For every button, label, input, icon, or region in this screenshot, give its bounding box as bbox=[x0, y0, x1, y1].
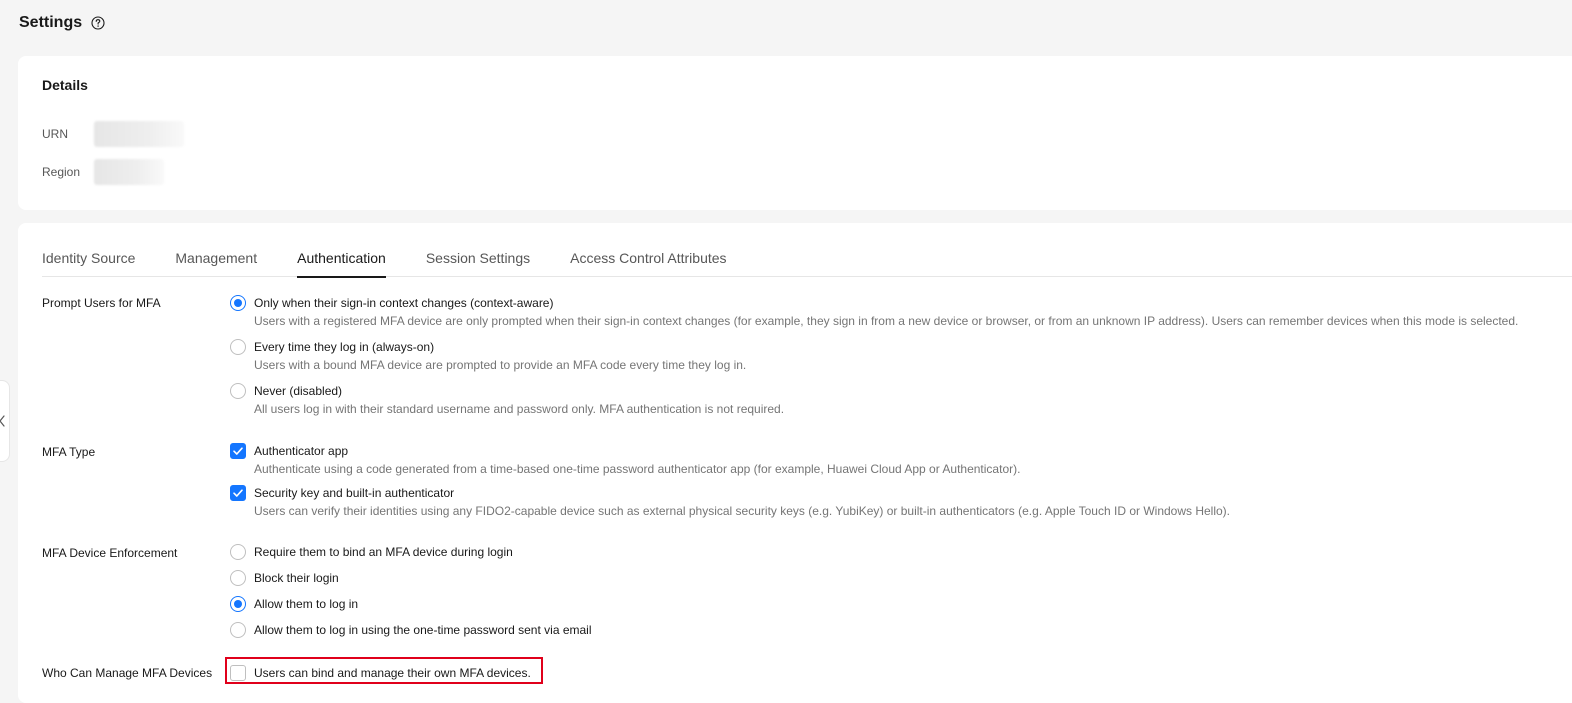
tab-access-control-attributes[interactable]: Access Control Attributes bbox=[570, 247, 726, 277]
checkbox[interactable] bbox=[230, 485, 246, 501]
option-label: Only when their sign-in context changes … bbox=[254, 296, 554, 310]
mfa-type-security-key[interactable]: Security key and built-in authenticator … bbox=[230, 485, 1230, 519]
detail-row-region: Region bbox=[42, 158, 164, 186]
checkbox[interactable] bbox=[230, 665, 246, 681]
prompt-mfa-label: Prompt Users for MFA bbox=[42, 296, 161, 310]
prompt-option-always-on[interactable]: Every time they log in (always-on) Users… bbox=[230, 339, 746, 373]
urn-value-redacted bbox=[94, 121, 184, 147]
manage-devices-label: Who Can Manage MFA Devices bbox=[42, 666, 213, 680]
option-label: Security key and built-in authenticator bbox=[254, 486, 455, 500]
authentication-card: Identity Source Management Authenticatio… bbox=[18, 223, 1572, 703]
checkbox[interactable] bbox=[230, 443, 246, 459]
details-card: Details URN Region bbox=[18, 56, 1572, 210]
radio-button[interactable] bbox=[230, 622, 246, 638]
radio-button[interactable] bbox=[230, 544, 246, 560]
enforcement-label: MFA Device Enforcement bbox=[42, 546, 178, 560]
radio-button[interactable] bbox=[230, 339, 246, 355]
option-label: Allow them to log in bbox=[254, 597, 359, 611]
checkmark-icon bbox=[233, 447, 243, 455]
tab-management[interactable]: Management bbox=[175, 247, 257, 277]
details-title: Details bbox=[42, 77, 88, 93]
region-value-redacted bbox=[94, 159, 164, 185]
tab-identity-source[interactable]: Identity Source bbox=[42, 247, 135, 277]
enforcement-option-email-otp[interactable]: Allow them to log in using the one-time … bbox=[230, 622, 592, 638]
tab-authentication[interactable]: Authentication bbox=[297, 247, 386, 278]
option-label: Allow them to log in using the one-time … bbox=[254, 623, 592, 637]
option-label: Never (disabled) bbox=[254, 384, 343, 398]
enforcement-option-require-bind[interactable]: Require them to bind an MFA device durin… bbox=[230, 544, 513, 560]
urn-label: URN bbox=[42, 127, 68, 141]
option-label: Users can bind and manage their own MFA … bbox=[254, 666, 531, 680]
option-description: All users log in with their standard use… bbox=[254, 402, 785, 416]
tab-bar: Identity Source Management Authenticatio… bbox=[42, 247, 1572, 278]
region-label: Region bbox=[42, 165, 81, 179]
question-circle-icon[interactable] bbox=[91, 16, 105, 30]
option-label: Block their login bbox=[254, 571, 339, 585]
page-header: Settings bbox=[19, 12, 105, 34]
enforcement-option-allow[interactable]: Allow them to log in bbox=[230, 596, 358, 612]
enforcement-option-block[interactable]: Block their login bbox=[230, 570, 339, 586]
option-description: Users with a registered MFA device are o… bbox=[254, 314, 1519, 328]
radio-button[interactable] bbox=[230, 596, 246, 612]
radio-button[interactable] bbox=[230, 295, 246, 311]
mfa-type-label: MFA Type bbox=[42, 445, 96, 459]
radio-button[interactable] bbox=[230, 570, 246, 586]
sidebar-collapse-handle[interactable] bbox=[0, 380, 10, 462]
option-label: Every time they log in (always-on) bbox=[254, 340, 435, 354]
option-description: Users with a bound MFA device are prompt… bbox=[254, 358, 747, 372]
radio-button[interactable] bbox=[230, 383, 246, 399]
prompt-option-never[interactable]: Never (disabled) All users log in with t… bbox=[230, 383, 784, 417]
option-label: Authenticator app bbox=[254, 444, 349, 458]
option-label: Require them to bind an MFA device durin… bbox=[254, 545, 513, 559]
option-description: Users can verify their identities using … bbox=[254, 504, 1231, 518]
mfa-type-authenticator-app[interactable]: Authenticator app Authenticate using a c… bbox=[230, 443, 1020, 477]
prompt-option-context-aware[interactable]: Only when their sign-in context changes … bbox=[230, 295, 1518, 329]
page-title: Settings bbox=[19, 14, 83, 31]
checkmark-icon bbox=[233, 489, 243, 497]
detail-row-urn: URN bbox=[42, 120, 184, 148]
chevron-left-icon bbox=[0, 415, 5, 427]
manage-option-self-service[interactable]: Users can bind and manage their own MFA … bbox=[230, 665, 531, 681]
option-description: Authenticate using a code generated from… bbox=[254, 462, 1021, 476]
tab-session-settings[interactable]: Session Settings bbox=[426, 247, 530, 277]
